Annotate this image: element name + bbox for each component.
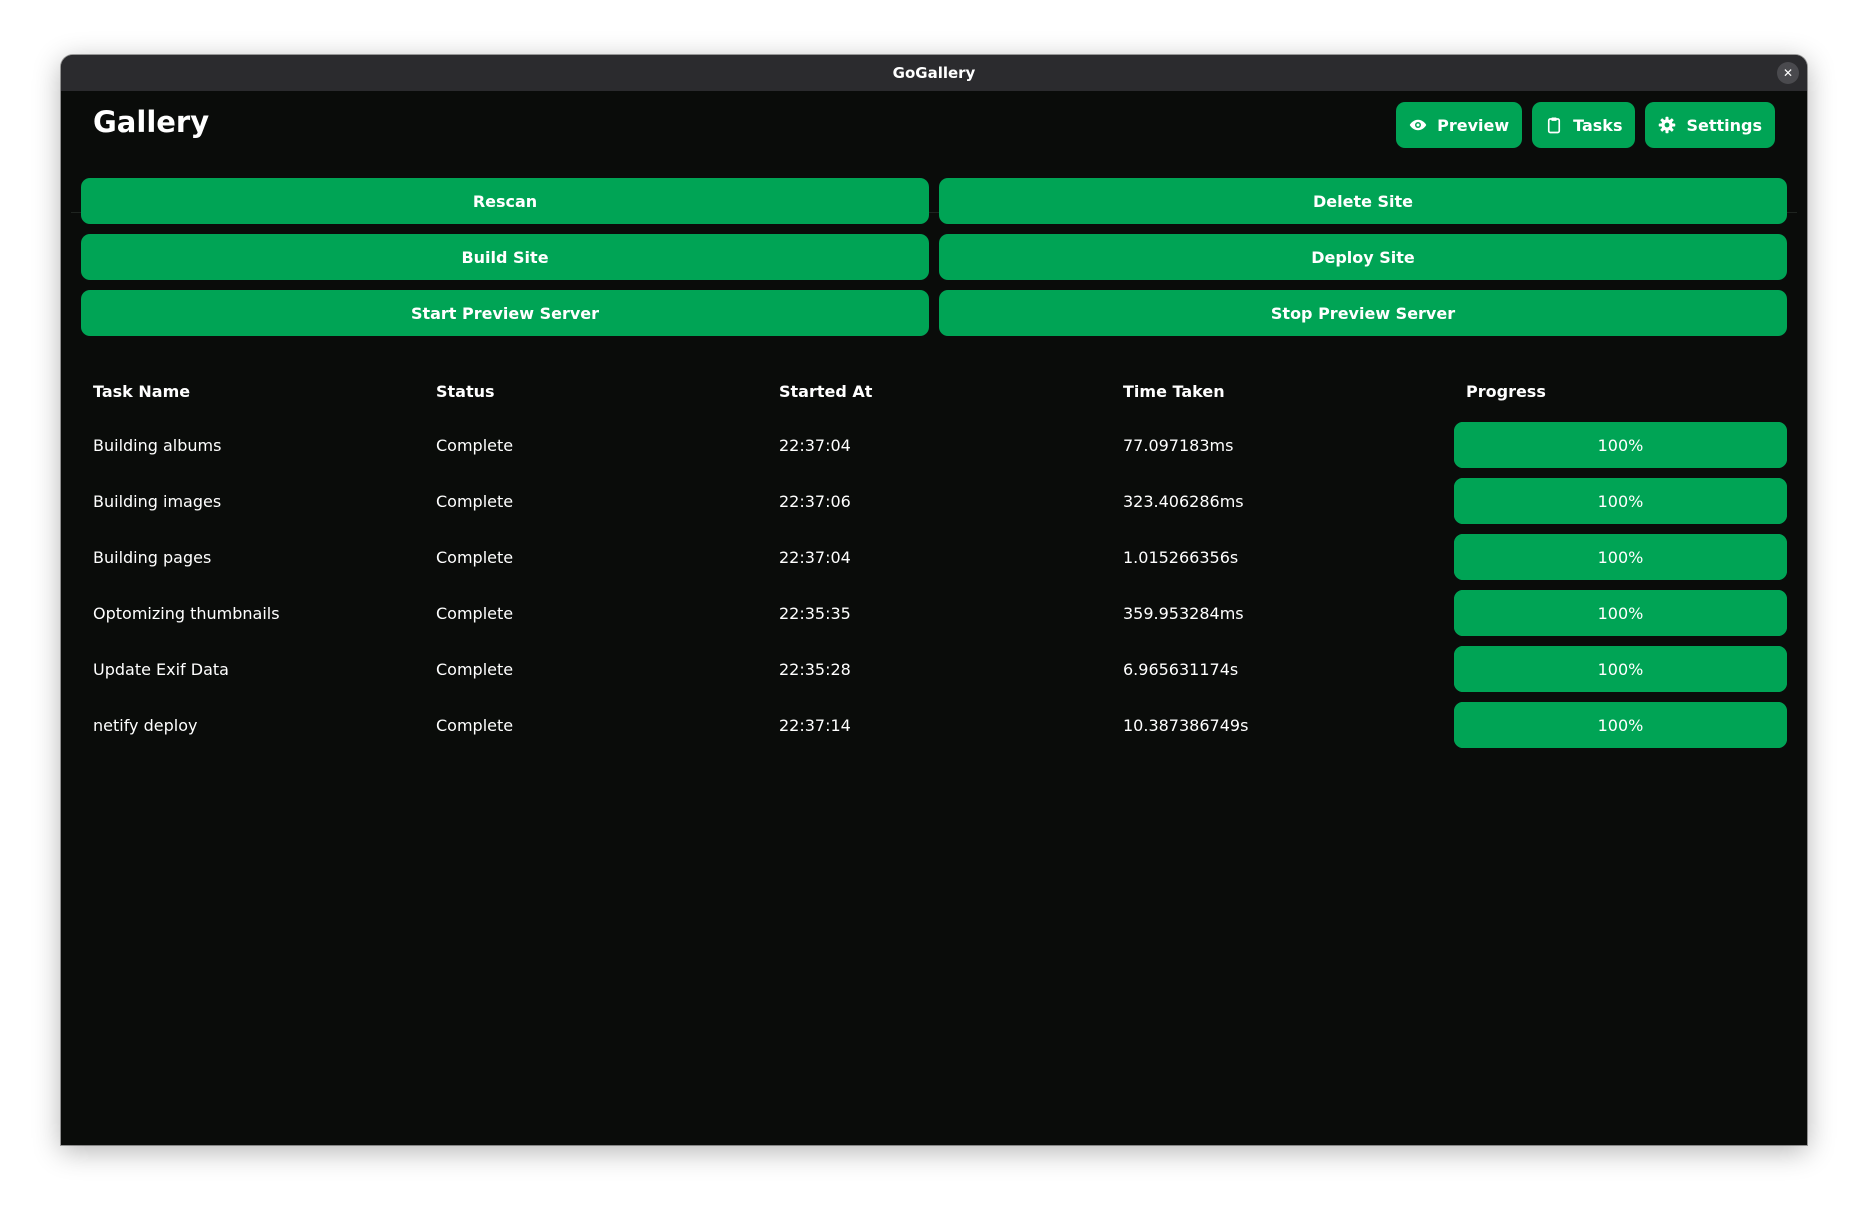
window-title: GoGallery [892,64,976,82]
task-started-at: 22:35:28 [779,659,851,679]
close-icon: ✕ [1782,66,1794,80]
progress-label: 100% [1597,547,1644,567]
table-row: Update Exif Data Complete 22:35:28 6.965… [81,641,1787,697]
progress-bar: 100% [1454,478,1787,524]
table-row: Optomizing thumbnails Complete 22:35:35 … [81,585,1787,641]
column-header-status: Status [436,381,495,401]
column-header-time-taken: Time Taken [1123,381,1225,401]
stop-preview-server-button[interactable]: Stop Preview Server [939,290,1787,336]
action-buttons: Rescan Delete Site Build Site Deploy Sit… [81,178,1787,336]
task-name: Building albums [93,435,222,455]
task-name: Building pages [93,547,212,567]
task-started-at: 22:35:35 [779,603,851,623]
progress-label: 100% [1597,491,1644,511]
deploy-site-button[interactable]: Deploy Site [939,234,1787,280]
table-header: Task Name Status Started At Time Taken P… [81,365,1787,417]
column-header-progress: Progress [1466,381,1546,401]
tasks-table: Task Name Status Started At Time Taken P… [81,365,1787,753]
task-started-at: 22:37:06 [779,491,851,511]
progress-label: 100% [1597,659,1644,679]
progress-bar: 100% [1454,646,1787,692]
table-row: Building pages Complete 22:37:04 1.01526… [81,529,1787,585]
task-status: Complete [436,603,514,623]
task-status: Complete [436,491,514,511]
progress-label: 100% [1597,603,1644,623]
task-status: Complete [436,435,514,455]
task-started-at: 22:37:04 [779,547,851,567]
task-name: Update Exif Data [93,659,229,679]
progress-bar: 100% [1454,534,1787,580]
task-name: netify deploy [93,715,198,735]
delete-site-button[interactable]: Delete Site [939,178,1787,224]
task-started-at: 22:37:14 [779,715,851,735]
eye-icon [1409,119,1427,131]
task-time-taken: 359.953284ms [1123,603,1244,623]
progress-bar: 100% [1454,702,1787,748]
column-header-started-at: Started At [779,381,873,401]
settings-label: Settings [1686,115,1762,135]
tasks-label: Tasks [1573,115,1623,135]
progress-label: 100% [1597,435,1644,455]
task-status: Complete [436,547,514,567]
table-row: netify deploy Complete 22:37:14 10.38738… [81,697,1787,753]
build-site-button[interactable]: Build Site [81,234,929,280]
task-name: Optomizing thumbnails [93,603,280,623]
task-time-taken: 323.406286ms [1123,491,1244,511]
top-nav: Preview Tasks Settings [1396,102,1775,148]
task-name: Building images [93,491,222,511]
task-time-taken: 6.965631174s [1123,659,1239,679]
task-status: Complete [436,715,514,735]
column-header-task-name: Task Name [93,381,191,401]
gear-icon [1659,116,1676,134]
table-row: Building albums Complete 22:37:04 77.097… [81,417,1787,473]
table-row: Building images Complete 22:37:06 323.40… [81,473,1787,529]
tasks-button[interactable]: Tasks [1532,102,1636,148]
task-time-taken: 10.387386749s [1123,715,1249,735]
task-time-taken: 77.097183ms [1123,435,1234,455]
progress-label: 100% [1597,715,1644,735]
rescan-button[interactable]: Rescan [81,178,929,224]
close-button[interactable]: ✕ [1777,62,1799,84]
settings-button[interactable]: Settings [1645,102,1775,148]
preview-button[interactable]: Preview [1396,102,1523,148]
task-time-taken: 1.015266356s [1123,547,1239,567]
task-started-at: 22:37:04 [779,435,851,455]
clipboard-icon [1548,117,1561,134]
title-bar[interactable]: GoGallery ✕ [61,55,1807,91]
progress-bar: 100% [1454,590,1787,636]
progress-bar: 100% [1454,422,1787,468]
page-title: Gallery [93,105,210,139]
task-status: Complete [436,659,514,679]
preview-label: Preview [1437,115,1510,135]
start-preview-server-button[interactable]: Start Preview Server [81,290,929,336]
app-window: GoGallery ✕ Gallery Preview Tasks Settin… [61,55,1807,1145]
